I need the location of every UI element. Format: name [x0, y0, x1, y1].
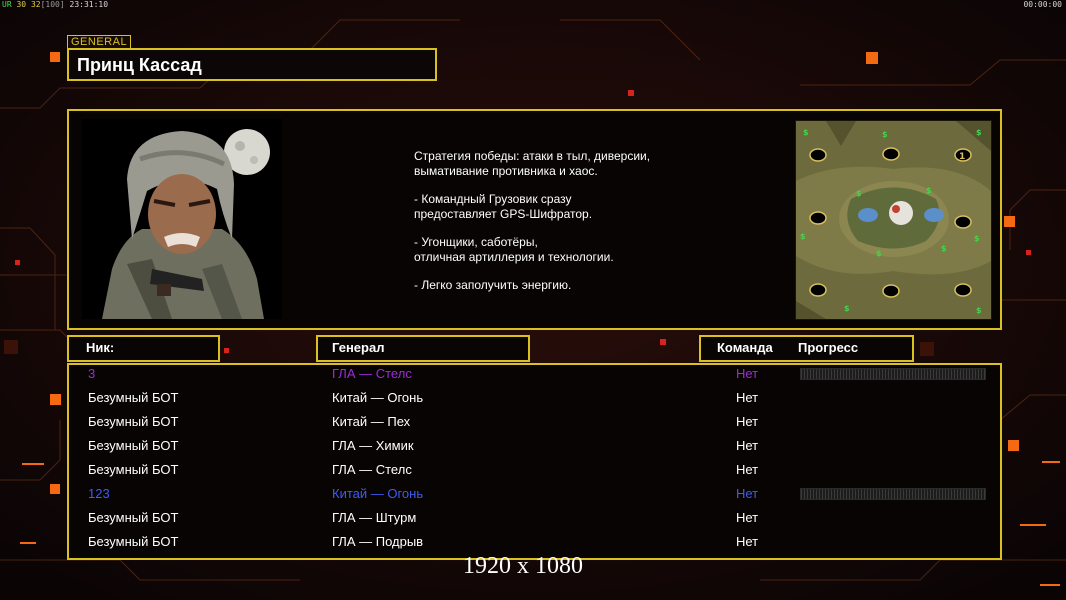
hud-clock: 23:31:10 — [69, 0, 109, 9]
general-info-panel: Стратегия победы: атаки в тыл, диверсии,… — [67, 109, 1002, 330]
description-line: - Угонщики, саботёры, отличная артиллери… — [414, 235, 614, 264]
resolution-label: 1920 x 1080 — [463, 553, 583, 579]
player-row[interactable]: Безумный БОТ Китай — Пех Нет — [69, 413, 1000, 437]
svg-text:$: $ — [803, 128, 809, 137]
svg-text:$: $ — [926, 186, 932, 195]
svg-text:$: $ — [800, 232, 806, 241]
description-line: - Легко заполучить энергию. — [414, 278, 572, 292]
player-team: Нет — [736, 390, 759, 405]
general-portrait — [82, 119, 282, 319]
general-name: Принц Кассад — [77, 55, 202, 75]
hud-stats-a: 30 — [16, 0, 27, 9]
player-nick: Безумный БОТ — [88, 438, 179, 453]
general-description: Стратегия победы: атаки в тыл, диверсии,… — [414, 149, 744, 306]
svg-text:$: $ — [976, 306, 982, 315]
player-team: Нет — [736, 510, 759, 525]
player-nick: 3 — [88, 366, 96, 381]
player-progress-bar — [800, 488, 986, 500]
player-general: ГЛА — Химик — [332, 438, 414, 453]
column-header-team-progress: Команда Прогресс — [699, 335, 914, 362]
hud-stats-label: UR — [2, 0, 12, 9]
svg-text:$: $ — [844, 304, 850, 313]
player-team: Нет — [736, 534, 759, 549]
column-header-nick: Ник: — [67, 335, 220, 362]
hud-stats-c: [100] — [40, 0, 65, 9]
svg-text:$: $ — [976, 128, 982, 137]
hud-timer: 00:00:00 — [1023, 0, 1062, 9]
player-progress-bar — [800, 368, 986, 380]
column-header-general-label: Генерал — [332, 340, 385, 355]
column-header-nick-label: Ник: — [86, 340, 115, 355]
player-team: Нет — [736, 366, 759, 381]
player-row[interactable]: 3 ГЛА — Стелс Нет — [69, 365, 1000, 389]
player-general: ГЛА — Подрыв — [332, 534, 424, 549]
description-line: - Командный Грузовик сразу предоставляет… — [414, 192, 593, 221]
player-list: 3 ГЛА — Стелс Нет Безумный БОТ Китай — Огонь… — [67, 363, 1002, 560]
description-line: Стратегия победы: атаки в тыл, диверсии,… — [414, 149, 651, 178]
column-header-general: Генерал — [316, 335, 530, 362]
player-team: Нет — [736, 438, 759, 453]
general-name-box: Принц Кассад — [67, 48, 437, 81]
player-row[interactable]: Безумный БОТ ГЛА — Химик Нет — [69, 437, 1000, 461]
svg-text:$: $ — [856, 189, 862, 198]
player-team: Нет — [736, 414, 759, 429]
player-general: Китай — Огонь — [332, 390, 424, 405]
player-nick: Безумный БОТ — [88, 414, 179, 429]
column-header-progress-label: Прогресс — [798, 340, 859, 355]
player-nick: Безумный БОТ — [88, 390, 179, 405]
svg-text:$: $ — [876, 249, 882, 258]
hud-stats-b: 32 — [30, 0, 41, 9]
map-preview[interactable]: $ $ $ $ $ $ $ $ $ $ $ 1 — [795, 120, 992, 320]
column-header-team-label: Команда — [717, 340, 773, 355]
hud-stats: UR 30 32[100] 23:31:10 — [2, 0, 108, 9]
player-general: ГЛА — Штурм — [332, 510, 417, 525]
player-row[interactable]: Безумный БОТ Китай — Огонь Нет — [69, 389, 1000, 413]
player-nick: Безумный БОТ — [88, 462, 179, 477]
map-start-number: 1 — [959, 152, 965, 162]
player-general: ГЛА — Стелс — [332, 366, 412, 381]
player-general: Китай — Огонь — [332, 486, 424, 501]
player-row[interactable]: Безумный БОТ ГЛА — Стелс Нет — [69, 461, 1000, 485]
svg-text:$: $ — [974, 234, 980, 243]
player-nick: 123 — [88, 486, 110, 501]
player-general: Китай — Пех — [332, 414, 411, 429]
svg-text:$: $ — [882, 130, 888, 139]
player-team: Нет — [736, 486, 759, 501]
player-row[interactable]: 123 Китай — Огонь Нет — [69, 485, 1000, 509]
player-general: ГЛА — Стелс — [332, 462, 412, 477]
svg-text:$: $ — [941, 244, 947, 253]
player-nick: Безумный БОТ — [88, 510, 179, 525]
player-team: Нет — [736, 462, 759, 477]
player-nick: Безумный БОТ — [88, 534, 179, 549]
player-row[interactable]: Безумный БОТ ГЛА — Штурм Нет — [69, 509, 1000, 533]
